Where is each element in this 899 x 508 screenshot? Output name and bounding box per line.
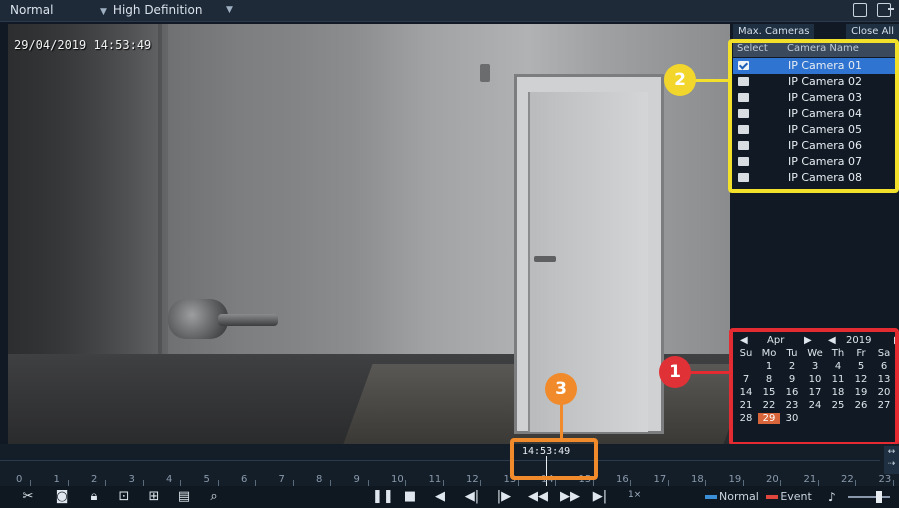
zoom-icon[interactable]: ⌕ <box>206 489 222 504</box>
clip-icon[interactable]: ✂ <box>20 489 36 504</box>
exit-icon[interactable] <box>877 3 894 17</box>
quality-dropdown[interactable]: ▼ High Definition <box>100 3 202 17</box>
callout-box-calendar <box>729 328 899 446</box>
custom-tag-icon[interactable]: ⊞ <box>146 489 162 504</box>
close-all-button[interactable]: Close All <box>846 24 899 40</box>
callout-box-timeline <box>510 438 598 480</box>
speed-label: 1× <box>628 490 642 500</box>
timeline-hour-label: 20 <box>766 474 779 485</box>
timeline-hour-label: 17 <box>653 474 667 485</box>
timeline-hour-label: 8 <box>316 474 323 485</box>
callout-badge-2: 2 <box>664 64 696 96</box>
callout-box-camera-list <box>728 39 899 193</box>
timeline-hour-label: 22 <box>841 474 854 485</box>
timeline-hour-label: 5 <box>203 474 210 485</box>
mode-dropdown[interactable]: Normal <box>10 3 53 17</box>
fast-icon[interactable]: ▶▶ <box>560 489 580 504</box>
timeline-hour-label: 18 <box>691 474 704 485</box>
playback-toolbar: ✂ ◙ 🔒︎ ⊡ ⊞ ▤ ⌕ ❚❚ ■ ◀ ◀| |▶ ◀◀ ▶▶ ▶| 1× … <box>0 486 899 508</box>
tag-icon[interactable]: ⊡ <box>116 489 132 504</box>
osd-timestamp: 29/04/2019 14:53:49 <box>14 38 152 52</box>
step-forward-icon[interactable]: |▶ <box>496 489 512 504</box>
snapshot-icon[interactable]: ◙ <box>54 489 70 504</box>
timeline-hour-label: 0 <box>16 474 23 485</box>
timeline-hour-label: 12 <box>466 474 479 485</box>
timeline-hour-label: 4 <box>166 474 173 485</box>
timeline-hour-label: 19 <box>728 474 742 485</box>
callout-badge-1: 1 <box>659 356 691 388</box>
top-bar: Normal ▼ High Definition ▼ <box>0 0 899 22</box>
timeline-hour-label: 6 <box>241 474 248 485</box>
reverse-icon[interactable]: ◀ <box>432 489 448 504</box>
legend-normal-label: Normal <box>719 490 759 503</box>
callout-badge-3: 3 <box>545 373 577 405</box>
timeline-hour-label: 1 <box>53 474 60 485</box>
chevron-down-icon[interactable]: ▼ <box>226 5 233 15</box>
timeline-hour-label: 2 <box>91 474 98 485</box>
fullscreen-icon[interactable] <box>853 3 867 17</box>
chevron-down-icon: ▼ <box>100 7 107 17</box>
volume-icon[interactable]: ♪ <box>828 490 836 504</box>
playback-window: Normal ▼ High Definition ▼ 29/04/2019 14:… <box>0 0 899 508</box>
timeline-zoom-icon[interactable]: ↔ ⇢ <box>884 446 899 474</box>
video-view[interactable]: 29/04/2019 14:53:49 <box>8 24 730 444</box>
timeline-hour-label: 10 <box>391 474 404 485</box>
stop-icon[interactable]: ■ <box>402 489 418 504</box>
quality-label: High Definition <box>112 3 203 17</box>
timeline-hour-label: 11 <box>428 474 442 485</box>
volume-knob[interactable] <box>876 491 882 503</box>
timeline-hour-label: 16 <box>616 474 629 485</box>
timeline-hour-label: 3 <box>128 474 135 485</box>
save-icon[interactable]: ▤ <box>176 489 192 504</box>
max-cameras-button[interactable]: Max. Cameras <box>733 24 815 40</box>
window-controls <box>853 3 894 17</box>
lock-icon[interactable]: 🔒︎ <box>86 489 102 504</box>
pause-icon[interactable]: ❚❚ <box>372 489 394 504</box>
legend-normal-swatch <box>705 495 717 499</box>
volume-slider[interactable] <box>848 496 890 498</box>
legend-event-swatch <box>766 495 779 499</box>
next-file-icon[interactable]: ▶| <box>592 489 608 504</box>
legend-event-label: Event <box>780 490 812 503</box>
mode-label: Normal <box>10 3 54 17</box>
timeline[interactable]: 14:53:49 0 1 2 3 4 5 6 7 8 9 10 11 12 13 14 15 16 17 18 19 2… <box>0 444 899 486</box>
timeline-hour-label: 21 <box>803 474 817 485</box>
step-back-icon[interactable]: ◀| <box>464 489 480 504</box>
timeline-hour-label: 9 <box>353 474 360 485</box>
timeline-hour-label: 23 <box>878 474 892 485</box>
record-legend: Normal Event <box>705 490 812 503</box>
slow-icon[interactable]: ◀◀ <box>528 489 548 504</box>
timeline-hour-label: 7 <box>278 474 285 485</box>
